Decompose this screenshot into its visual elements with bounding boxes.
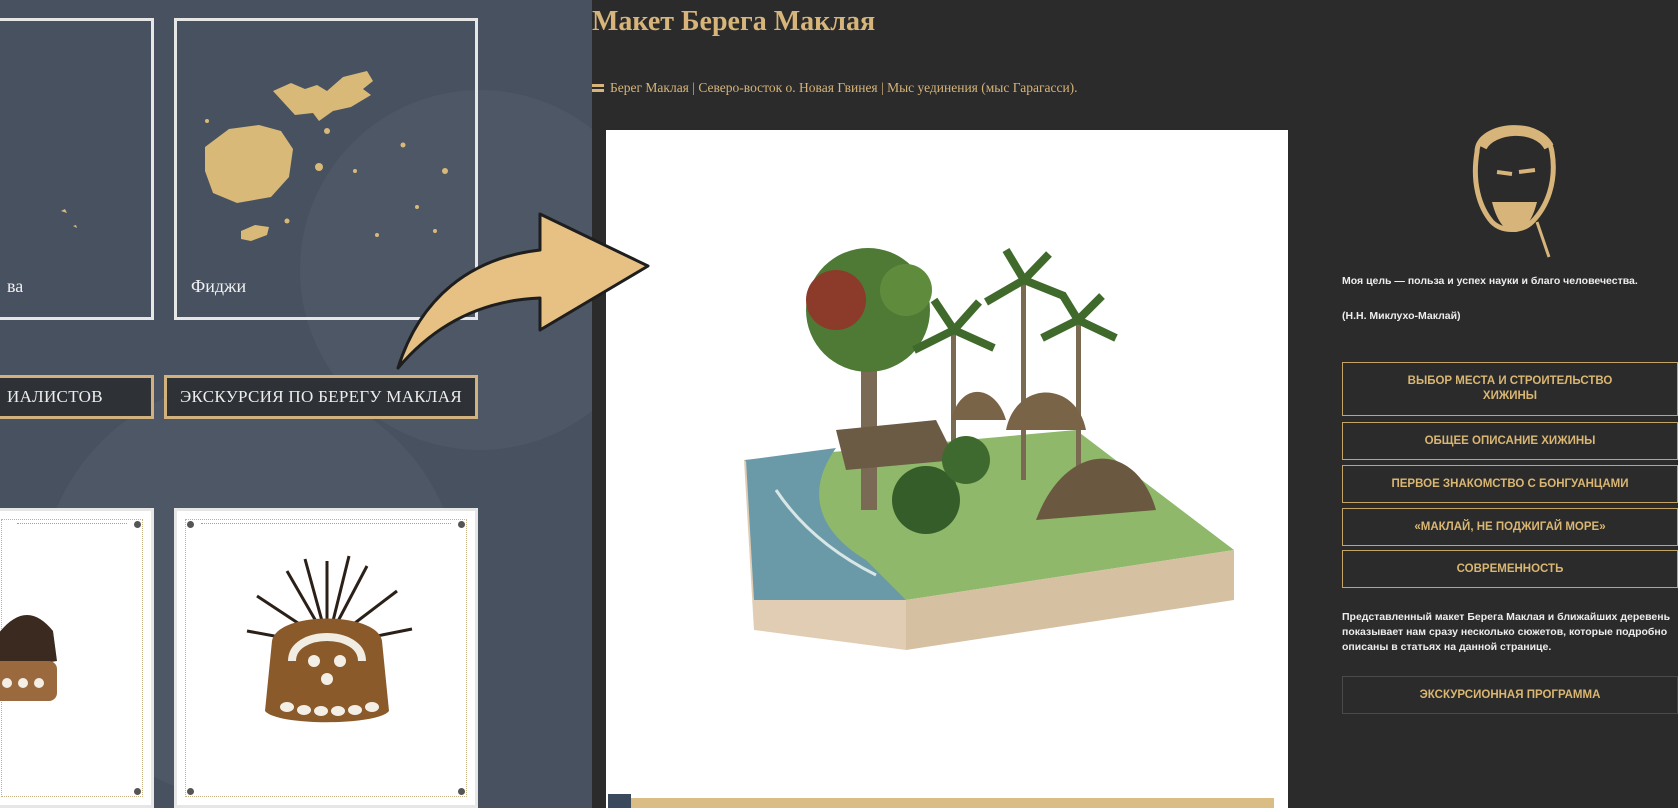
region-card[interactable]: ва	[0, 18, 154, 320]
region-name-fiji: Фиджи	[191, 276, 247, 296]
artifact-card[interactable]	[174, 508, 478, 808]
tour-program-button[interactable]: ЭКСКУРСИОННАЯ ПРОГРАММА	[1342, 676, 1678, 714]
artifact-card[interactable]	[0, 508, 154, 808]
left-panel: ва Фиджи ИАЛИСТОВ ЭКСКУРСИЯ ПО БЕРЕГУ МА…	[0, 0, 592, 808]
modernity-button[interactable]: СОВРЕМЕННОСТЬ	[1342, 550, 1678, 588]
breadcrumb: Берег Маклая | Северо-восток о. Новая Гв…	[592, 80, 1078, 96]
quote-author: (Н.Н. Миклухо-Маклай)	[1342, 310, 1461, 322]
bongu-acquaintance-button[interactable]: ПЕРВОЕ ЗНАКОМСТВО С БОНГУАНЦАМИ	[1342, 465, 1678, 503]
headdress-image	[246, 555, 413, 723]
page-title: Макет Берега Маклая	[592, 6, 876, 37]
maclay-coast-tour-button[interactable]: ЭКСКУРСИЯ ПО БЕРЕГУ МАКЛАЯ	[164, 375, 478, 419]
region-map-icon	[61, 209, 77, 228]
specialists-button[interactable]: ИАЛИСТОВ	[0, 375, 154, 419]
model-viewer[interactable]	[606, 130, 1288, 808]
viewer-progress-track[interactable]	[608, 794, 1274, 808]
breadcrumb-text[interactable]: Берег Маклая | Северо-восток о. Новая Гв…	[610, 80, 1078, 96]
maclay-quote: Моя цель — польза и успех науки и благо …	[1342, 275, 1638, 287]
sidebar: Моя цель — польза и успех науки и благо …	[1342, 0, 1678, 808]
maclay-portrait-icon	[1472, 125, 1556, 258]
model-description: Представленный макет Берега Маклая и бли…	[1342, 611, 1671, 653]
dont-burn-sea-button[interactable]: «МАКЛАЙ, НЕ ПОДЖИГАЙ МОРЕ»	[1342, 508, 1678, 546]
signpost-icon	[592, 84, 604, 92]
hut-description-button[interactable]: ОБЩЕЕ ОПИСАНИЕ ХИЖИНЫ	[1342, 422, 1678, 460]
headdress-image	[0, 615, 57, 701]
diorama-model-image	[744, 247, 1234, 650]
site-selection-button[interactable]: ВЫБОР МЕСТА И СТРОИТЕЛЬСТВО ХИЖИНЫ	[1342, 362, 1678, 416]
content-page: Макет Берега Маклая Берег Маклая | Север…	[592, 0, 1678, 808]
viewer-progress-handle[interactable]	[608, 794, 631, 808]
curved-arrow-icon	[396, 212, 650, 370]
region-name: ва	[7, 276, 24, 296]
